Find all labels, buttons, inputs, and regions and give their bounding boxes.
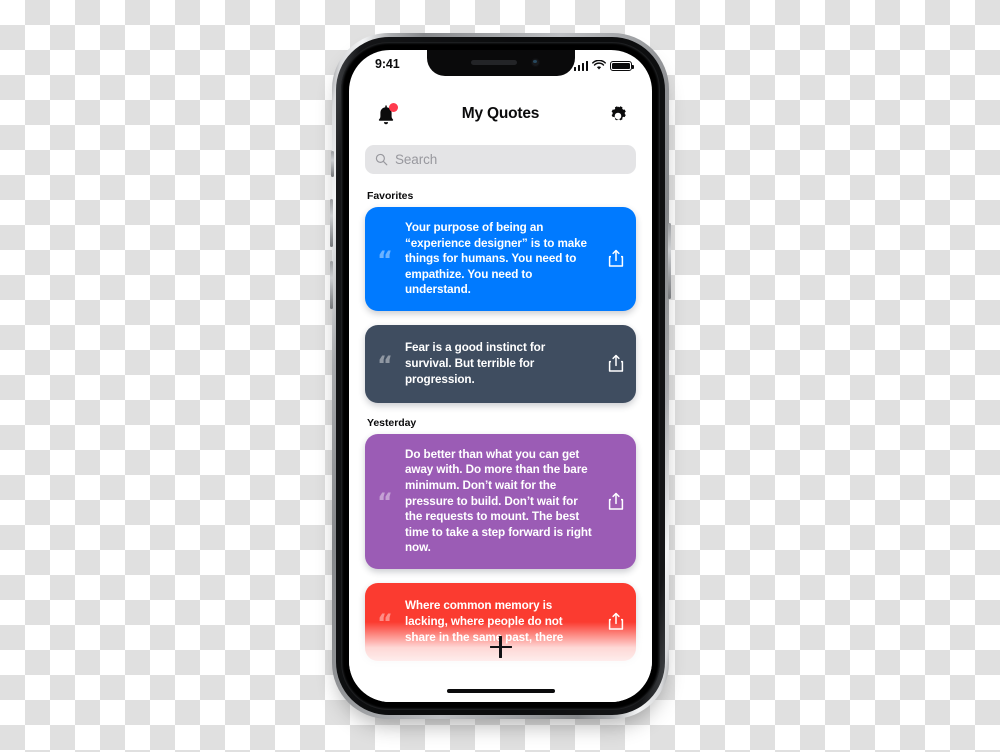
battery-icon <box>610 60 634 71</box>
power-button[interactable] <box>668 223 671 299</box>
quote-text: Do better than what you can get away wit… <box>405 447 592 555</box>
status-time: 9:41 <box>375 57 400 71</box>
search-placeholder: Search <box>395 152 438 167</box>
quote-card[interactable]: “ Fear is a good instinct for survival. … <box>365 324 636 403</box>
volume-down-button[interactable] <box>330 261 333 309</box>
quote-text: Your purpose of being an “experience des… <box>405 221 587 297</box>
search-icon <box>375 153 388 166</box>
share-icon[interactable] <box>596 354 636 373</box>
wifi-icon <box>592 60 606 70</box>
quote-mark-icon: “ <box>377 245 393 274</box>
quote-card[interactable]: “ Your purpose of being an “experience d… <box>365 207 636 311</box>
silent-switch[interactable] <box>331 151 334 177</box>
share-icon[interactable] <box>596 492 636 511</box>
share-icon[interactable] <box>596 249 636 268</box>
home-indicator[interactable] <box>446 688 555 693</box>
notch <box>426 50 575 76</box>
plus-icon[interactable] <box>489 636 512 658</box>
quote-mark-icon: “ <box>377 608 393 637</box>
status-indicators <box>573 60 634 71</box>
phone-screen: 9:41 My Quotes Search Favorites “ Your p… <box>349 50 652 702</box>
quote-mark-icon: “ <box>377 488 393 517</box>
app-header: My Quotes <box>349 100 652 134</box>
quotes-list[interactable]: Favorites “ Your purpose of being an “ex… <box>349 183 652 702</box>
quote-text: Fear is a good instinct for survival. Bu… <box>405 341 546 386</box>
volume-up-button[interactable] <box>330 199 333 247</box>
gear-icon[interactable] <box>606 104 630 128</box>
search-input[interactable]: Search <box>365 145 636 174</box>
phone-device: 9:41 My Quotes Search Favorites “ Your p… <box>330 33 671 719</box>
cellular-signal-icon <box>573 61 588 71</box>
quote-card[interactable]: “ Do better than what you can get away w… <box>365 433 636 569</box>
earpiece-speaker-icon <box>470 60 517 65</box>
section-header-yesterday: Yesterday <box>367 416 417 429</box>
quote-mark-icon: “ <box>377 350 393 379</box>
section-header-favorites: Favorites <box>367 190 414 202</box>
front-camera-icon <box>530 58 540 67</box>
share-icon[interactable] <box>596 612 636 631</box>
